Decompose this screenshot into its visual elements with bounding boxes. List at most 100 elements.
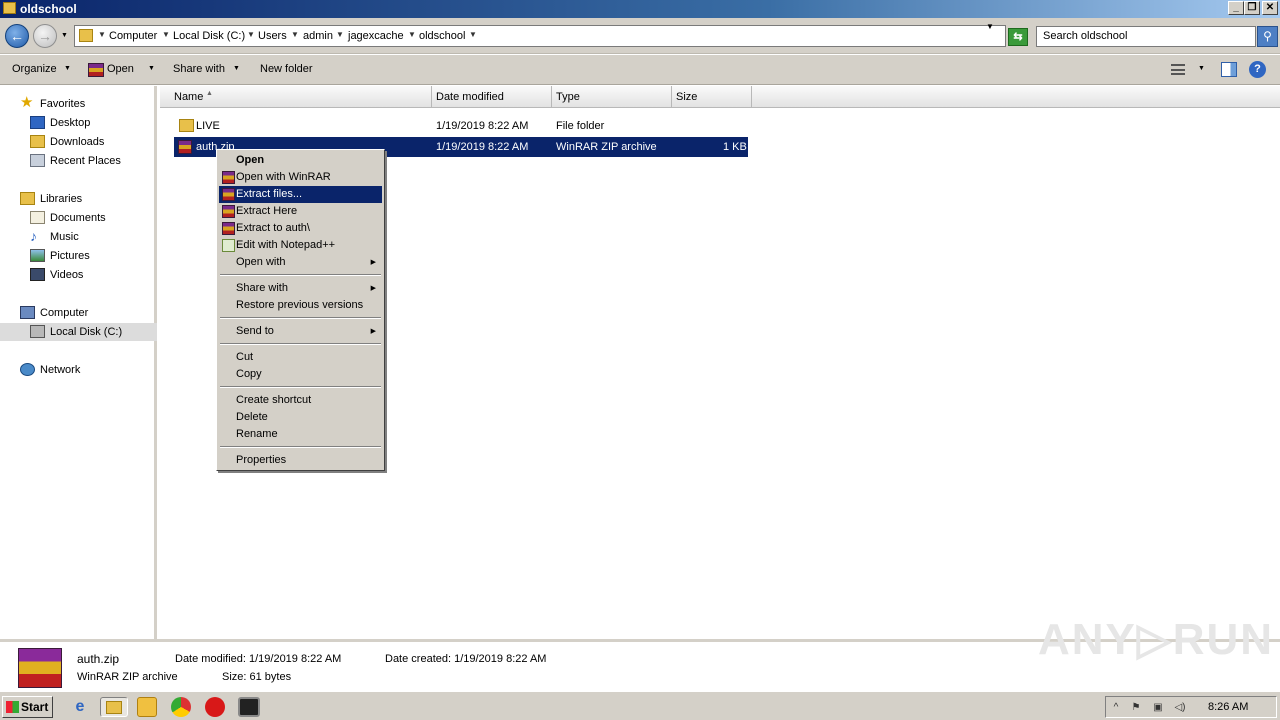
submenu-arrow-icon: ▶ — [370, 328, 376, 335]
opera-icon[interactable] — [205, 697, 225, 717]
chrome-icon[interactable] — [171, 697, 191, 717]
minimize-button[interactable]: _ — [1228, 1, 1244, 15]
column-header-date[interactable]: Date modified — [432, 86, 552, 108]
column-header-type[interactable]: Type — [552, 86, 672, 108]
flag-icon[interactable]: ⚑ — [1130, 702, 1142, 714]
winrar-icon — [88, 63, 104, 77]
clock[interactable]: 8:26 AM — [1208, 701, 1248, 713]
menu-separator — [220, 317, 381, 319]
watermark-logo: ANY▷RUN — [1038, 615, 1275, 664]
menu-item-share-with[interactable]: Share with ▶ — [219, 280, 382, 297]
app-taskbar-icon[interactable] — [238, 697, 260, 717]
menu-item-open-with-winrar[interactable]: Open with WinRAR — [219, 169, 382, 186]
command-bar: Organize ▼ Open ▼ Share with ▼ New folde… — [0, 55, 1280, 85]
address-bar: ← → ▼ ▼ Computer ▼ Local Disk (C:) ▼ Use… — [0, 18, 1280, 54]
change-view-icon[interactable] — [1171, 64, 1185, 75]
menu-item-extract-here[interactable]: Extract Here — [219, 203, 382, 220]
menu-item-send-to[interactable]: Send to ▶ — [219, 323, 382, 340]
breadcrumb-local-disk[interactable]: Local Disk (C:) — [173, 30, 245, 42]
chevron-down-icon[interactable]: ▼ — [98, 30, 106, 39]
chevron-down-icon[interactable]: ▼ — [336, 30, 344, 39]
desktop-icon — [30, 116, 45, 129]
file-date: 1/19/2019 8:22 AM — [436, 120, 529, 132]
preview-pane-icon[interactable] — [1221, 62, 1237, 77]
context-menu: Open Open with WinRAR Extract files... E… — [216, 149, 385, 471]
menu-item-rename[interactable]: Rename — [219, 426, 382, 443]
table-row[interactable]: LIVE 1/19/2019 8:22 AM File folder — [174, 116, 748, 136]
details-file-name: auth.zip — [77, 652, 120, 666]
show-hidden-icons[interactable]: ^ — [1110, 702, 1122, 714]
windows-logo-icon — [6, 701, 19, 713]
network-tray-icon[interactable]: ▣ — [1152, 702, 1164, 714]
start-button[interactable]: Start — [2, 696, 53, 718]
menu-item-open-with[interactable]: Open with ▶ — [219, 254, 382, 271]
notepad-plus-plus-icon — [222, 239, 235, 252]
refresh-button[interactable]: ⇆ — [1008, 28, 1028, 46]
address-box[interactable]: ▼ Computer ▼ Local Disk (C:) ▼ Users ▼ a… — [74, 25, 1006, 47]
help-icon[interactable]: ? — [1249, 61, 1266, 78]
window-title: oldschool — [20, 2, 77, 16]
details-pane: auth.zip WinRAR ZIP archive Date modifie… — [0, 615, 1280, 691]
close-button[interactable]: ✕ — [1262, 1, 1278, 15]
chevron-down-icon[interactable]: ▼ — [64, 65, 71, 72]
chevron-down-icon[interactable]: ▼ — [469, 30, 477, 39]
explorer-taskbar-button[interactable] — [100, 697, 128, 717]
open-button[interactable]: Open — [107, 63, 134, 75]
star-icon: ★ — [20, 94, 34, 111]
internet-explorer-icon[interactable]: e — [70, 697, 90, 717]
menu-item-copy[interactable]: Copy — [219, 366, 382, 383]
menu-separator — [220, 386, 381, 388]
breadcrumb-users[interactable]: Users — [258, 30, 287, 42]
title-bar: oldschool _ ❐ ✕ — [0, 0, 1280, 18]
volume-icon[interactable]: ◁) — [1174, 702, 1186, 714]
details-size: Size: 61 bytes — [222, 671, 292, 683]
menu-item-open[interactable]: Open — [219, 152, 382, 169]
chevron-down-icon[interactable]: ▼ — [291, 30, 299, 39]
menu-item-cut[interactable]: Cut — [219, 349, 382, 366]
menu-item-delete[interactable]: Delete — [219, 409, 382, 426]
music-icon: ♪ — [30, 228, 37, 244]
videos-icon — [30, 268, 45, 281]
details-date-created: Date created: 1/19/2019 8:22 AM — [385, 653, 547, 665]
winrar-archive-icon — [178, 140, 192, 154]
new-folder-button[interactable]: New folder — [260, 63, 313, 75]
address-history-dropdown-icon[interactable]: ▼ — [986, 22, 994, 31]
menu-item-edit-notepad[interactable]: Edit with Notepad++ — [219, 237, 382, 254]
share-with-button[interactable]: Share with — [173, 63, 225, 75]
menu-item-extract-to[interactable]: Extract to auth\ — [219, 220, 382, 237]
winrar-icon — [222, 171, 235, 184]
recent-pages-chevron-icon[interactable]: ▼ — [61, 32, 68, 39]
breadcrumb-oldschool[interactable]: oldschool — [419, 30, 465, 42]
winrar-archive-icon — [18, 648, 62, 688]
column-header-name[interactable]: Name ▲ — [160, 86, 432, 108]
chevron-down-icon[interactable]: ▼ — [162, 30, 170, 39]
chevron-down-icon[interactable]: ▼ — [233, 65, 240, 72]
back-button[interactable]: ← — [5, 24, 29, 48]
column-header-size[interactable]: Size — [672, 86, 752, 108]
chevron-down-icon[interactable]: ▼ — [408, 30, 416, 39]
chevron-down-icon[interactable]: ▼ — [148, 65, 155, 72]
search-icon[interactable]: ⚲ — [1257, 26, 1278, 47]
back-arrow-icon: ← — [10, 28, 24, 44]
chevron-down-icon[interactable]: ▼ — [1198, 65, 1205, 72]
breadcrumb-jagexcache[interactable]: jagexcache — [348, 30, 404, 42]
breadcrumb-computer[interactable]: Computer — [109, 30, 157, 42]
breadcrumb-admin[interactable]: admin — [303, 30, 333, 42]
details-date-modified: Date modified: 1/19/2019 8:22 AM — [175, 653, 342, 665]
folder-icon — [79, 29, 93, 42]
chevron-down-icon[interactable]: ▼ — [247, 30, 255, 39]
organize-button[interactable]: Organize — [12, 63, 57, 75]
menu-item-restore-previous[interactable]: Restore previous versions — [219, 297, 382, 314]
menu-item-properties[interactable]: Properties — [219, 452, 382, 469]
search-placeholder: Search oldschool — [1043, 30, 1128, 42]
winrar-icon — [222, 222, 235, 235]
menu-separator — [220, 274, 381, 276]
maximize-button[interactable]: ❐ — [1244, 1, 1260, 15]
libraries-icon — [20, 192, 35, 205]
menu-item-extract-files[interactable]: Extract files... — [219, 186, 382, 203]
menu-item-create-shortcut[interactable]: Create shortcut — [219, 392, 382, 409]
search-input[interactable]: Search oldschool — [1036, 26, 1256, 47]
media-player-icon[interactable] — [137, 697, 157, 717]
forward-button[interactable]: → — [33, 24, 57, 48]
folder-icon — [3, 2, 16, 14]
